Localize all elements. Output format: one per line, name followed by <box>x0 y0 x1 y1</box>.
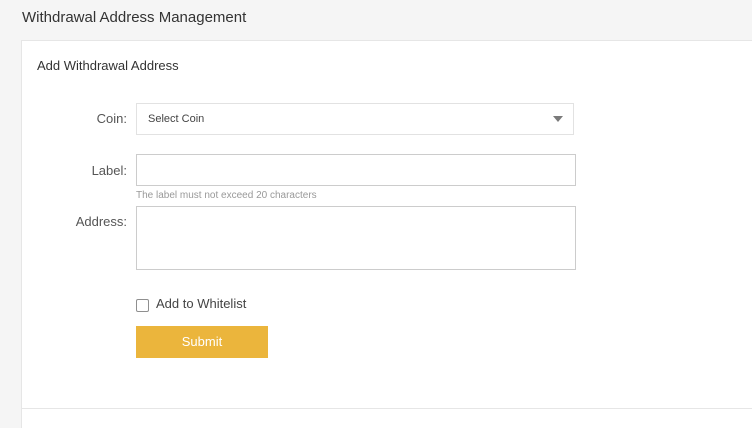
next-card <box>21 408 752 428</box>
whitelist-checkbox[interactable] <box>136 299 149 312</box>
label-field-label: Label: <box>91 163 127 178</box>
address-field-label: Address: <box>75 214 127 229</box>
whitelist-label[interactable]: Add to Whitelist <box>156 296 246 312</box>
chevron-down-icon <box>553 116 563 122</box>
coin-label: Coin: <box>96 111 127 126</box>
coin-select[interactable]: Select Coin <box>136 103 574 135</box>
address-textarea[interactable] <box>136 206 576 270</box>
submit-button[interactable]: Submit <box>136 326 268 358</box>
label-input[interactable] <box>136 154 576 186</box>
label-hint: The label must not exceed 20 characters <box>136 190 317 201</box>
add-address-card: Add Withdrawal Address Coin: Select Coin… <box>21 40 752 409</box>
card-title: Add Withdrawal Address <box>37 58 179 73</box>
coin-select-value: Select Coin <box>148 113 205 125</box>
page-title: Withdrawal Address Management <box>22 9 247 26</box>
